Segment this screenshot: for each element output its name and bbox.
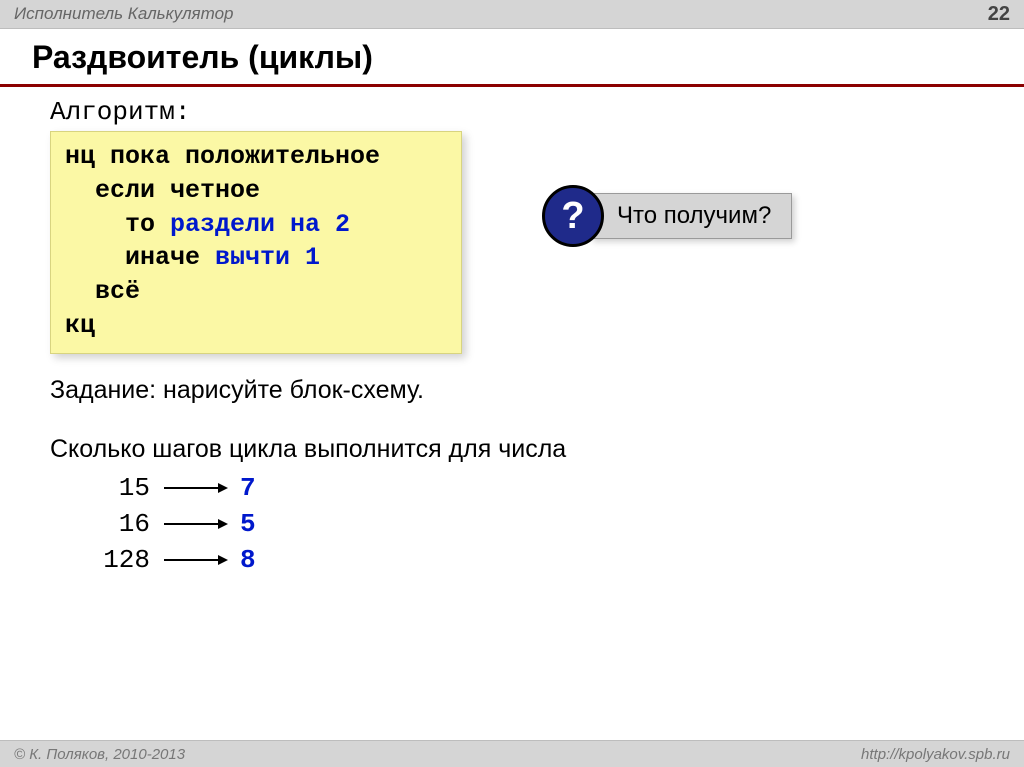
code-line-2: если четное: [65, 176, 260, 205]
arrow-icon: [150, 552, 240, 568]
task-text: Задание: нарисуйте блок-схему.: [50, 376, 1024, 405]
code-line-6: кц: [65, 311, 95, 340]
arrow-icon: [150, 516, 240, 532]
callout-text: Что получим?: [590, 193, 792, 239]
question-mark-icon: ?: [542, 185, 604, 247]
steps-input: 15: [90, 473, 150, 503]
footer-url: http://kpolyakov.spb.ru: [861, 746, 1010, 763]
code-command-divide: раздели на 2: [170, 210, 350, 239]
steps-answer: 7: [240, 473, 256, 503]
steps-input: 128: [90, 545, 150, 575]
steps-row: 15 7: [90, 470, 1024, 506]
steps-input: 16: [90, 509, 150, 539]
steps-answer: 8: [240, 545, 256, 575]
slide-header: Исполнитель Калькулятор 22: [0, 0, 1024, 29]
title-bar: Раздвоитель (циклы): [0, 29, 1024, 87]
slide-footer: © К. Поляков, 2010-2013 http://kpolyakov…: [0, 740, 1024, 767]
algorithm-label: Алгоритм:: [50, 97, 1024, 127]
steps-table: 15 7 16 5 128 8: [90, 470, 1024, 578]
steps-row: 128 8: [90, 542, 1024, 578]
copyright-text: © К. Поляков, 2010-2013: [14, 746, 185, 763]
steps-row: 16 5: [90, 506, 1024, 542]
code-command-subtract: вычти 1: [215, 243, 320, 272]
code-block: нц пока положительное если четное то раз…: [50, 131, 462, 354]
slide-content: Алгоритм: нц пока положительное если чет…: [0, 87, 1024, 578]
code-line-1: нц пока положительное: [65, 142, 380, 171]
steps-question: Сколько шагов цикла выполнится для числа: [50, 435, 1024, 464]
topic-label: Исполнитель Калькулятор: [14, 4, 234, 24]
question-callout: ? Что получим?: [542, 185, 792, 247]
code-line-3a: то: [65, 210, 170, 239]
arrow-icon: [150, 480, 240, 496]
slide-title: Раздвоитель (циклы): [32, 39, 373, 75]
steps-answer: 5: [240, 509, 256, 539]
code-line-5: всё: [65, 277, 140, 306]
code-line-4a: иначе: [65, 243, 215, 272]
page-number: 22: [988, 3, 1010, 26]
